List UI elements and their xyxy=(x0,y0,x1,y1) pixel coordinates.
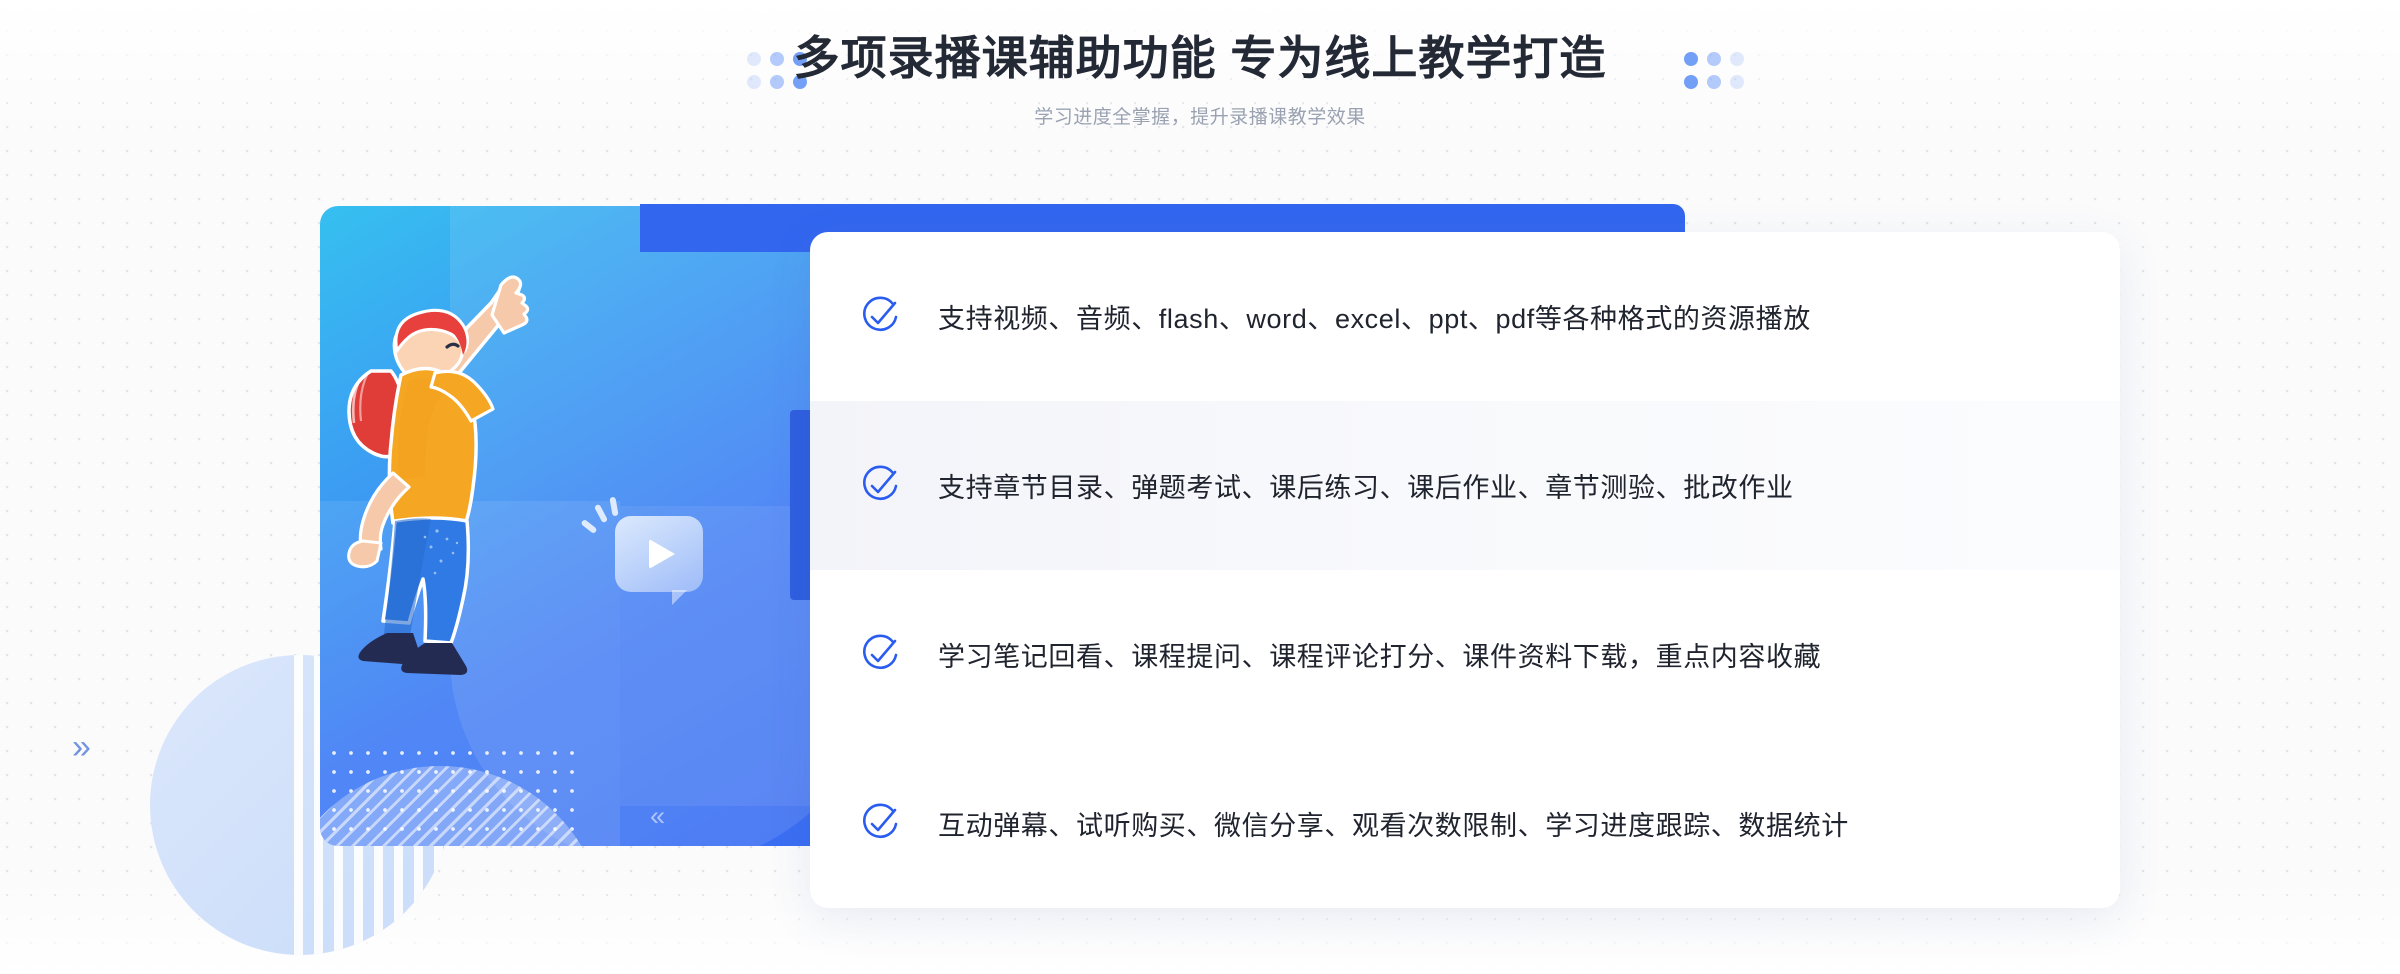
page-subtitle: 学习进度全掌握，提升录播课教学效果 xyxy=(1034,106,1366,128)
play-bubble-icon xyxy=(615,516,703,605)
feature-text: 学习笔记回看、课程提问、课程评论打分、课件资料下载，重点内容收藏 xyxy=(938,642,1822,672)
feature-row-2[interactable]: 支持章节目录、弹题考试、课后练习、课后作业、章节测验、批改作业 xyxy=(810,401,2120,570)
check-circle-icon xyxy=(858,802,902,846)
play-triangle-icon xyxy=(649,539,675,569)
feature-row-4[interactable]: 互动弹幕、试听购买、微信分享、观看次数限制、学习进度跟踪、数据统计 xyxy=(810,739,2120,908)
check-circle-icon xyxy=(858,295,902,339)
feature-text: 支持章节目录、弹题考试、课后练习、课后作业、章节测验、批改作业 xyxy=(938,473,1794,503)
double-chevron-right-icon: » xyxy=(72,728,91,766)
double-chevron-left-icon: « xyxy=(650,801,665,831)
check-circle-icon xyxy=(858,464,902,508)
check-circle-icon xyxy=(858,633,902,677)
feature-text: 互动弹幕、试听购买、微信分享、观看次数限制、学习进度跟踪、数据统计 xyxy=(938,811,1849,841)
features-card: 支持视频、音频、flash、word、excel、ppt、pdf等各种格式的资源… xyxy=(810,232,2120,908)
feature-row-1[interactable]: 支持视频、音频、flash、word、excel、ppt、pdf等各种格式的资源… xyxy=(810,232,2120,401)
page-title: 多项录播课辅助功能 专为线上教学打造 xyxy=(793,32,1607,84)
feature-row-3[interactable]: 学习笔记回看、课程提问、课程评论打分、课件资料下载，重点内容收藏 xyxy=(810,570,2120,739)
feature-text: 支持视频、音频、flash、word、excel、ppt、pdf等各种格式的资源… xyxy=(938,304,1811,334)
woman-pointing-up-illustration xyxy=(305,255,565,675)
decorative-dot-field xyxy=(320,751,575,846)
page-header: 多项录播课辅助功能 专为线上教学打造 学习进度全掌握，提升录播课教学效果 xyxy=(0,0,2400,170)
